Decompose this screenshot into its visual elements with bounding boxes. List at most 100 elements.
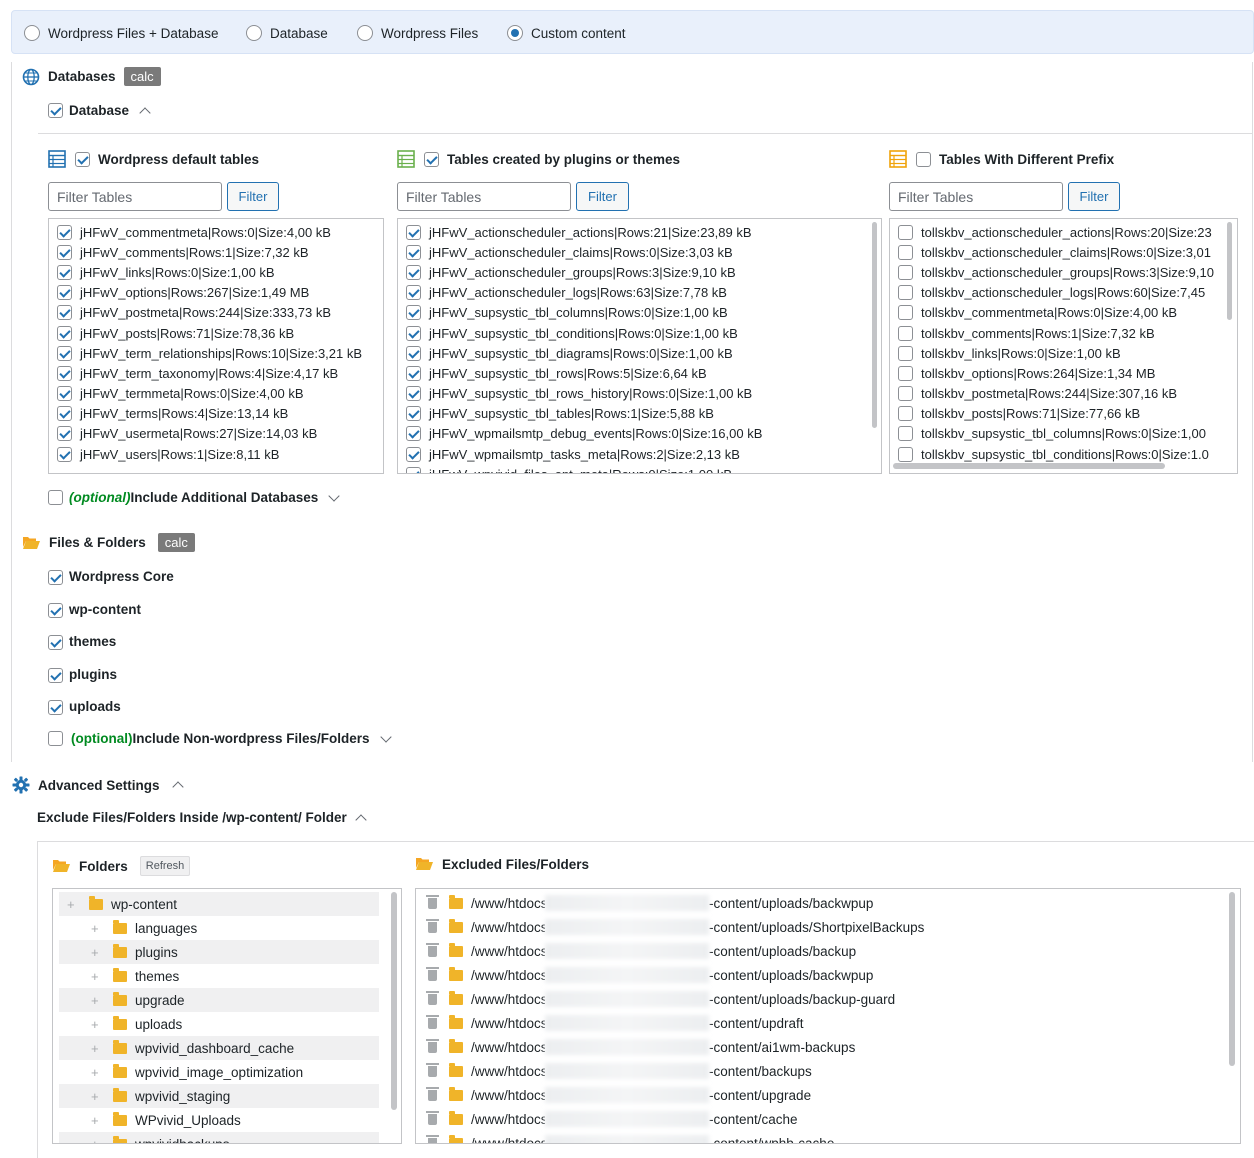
tree-node[interactable]: + uploads [59, 1012, 379, 1036]
table-checkbox[interactable] [898, 345, 913, 361]
include-non-wordpress-files[interactable]: (optional) Include Non-wordpress Files/Fo… [48, 730, 392, 746]
tree-node[interactable]: + upgrade [59, 988, 379, 1012]
table-row[interactable]: tollskbv_options|Rows:264|Size:1,34 MB [890, 363, 1237, 383]
table-row[interactable]: tollskbv_posts|Rows:71|Size:77,66 kB [890, 404, 1237, 424]
table-checkbox[interactable] [57, 386, 72, 402]
trash-icon[interactable] [426, 1038, 439, 1053]
trash-icon[interactable] [426, 1110, 439, 1125]
horizontal-scrollbar[interactable] [893, 463, 1165, 469]
radio-custom-content[interactable]: Custom content [507, 25, 626, 41]
table-checkbox[interactable] [406, 345, 421, 361]
table-row[interactable]: jHFwV_term_relationships|Rows:10|Size:3,… [49, 343, 383, 363]
table-checkbox[interactable] [57, 264, 72, 280]
table-row[interactable]: tollskbv_actionscheduler_actions|Rows:20… [890, 222, 1237, 242]
chevron-up-icon[interactable] [171, 781, 184, 793]
table-row[interactable]: tollskbv_actionscheduler_logs|Rows:60|Si… [890, 283, 1237, 303]
chevron-down-icon[interactable] [379, 730, 392, 743]
include-additional-databases[interactable]: (optional) Include Additional Databases [48, 489, 340, 505]
table-row[interactable]: jHFwV_usermeta|Rows:27|Size:14,03 kB [49, 424, 383, 444]
trash-icon[interactable] [426, 990, 439, 1005]
table-checkbox[interactable] [898, 446, 913, 462]
radio-database[interactable]: Database [246, 25, 328, 41]
table-row[interactable]: jHFwV_wpmailsmtp_debug_events|Rows:0|Siz… [398, 424, 881, 444]
trash-icon[interactable] [426, 942, 439, 957]
table-row[interactable]: tollskbv_supsystic_tbl_columns|Rows:0|Si… [890, 424, 1237, 444]
tree-node[interactable]: + WPvivid_Uploads [59, 1108, 379, 1132]
table-row[interactable]: jHFwV_postmeta|Rows:244|Size:333,73 kB [49, 303, 383, 323]
tree-node[interactable]: + wpvivid_dashboard_cache [59, 1036, 379, 1060]
table-checkbox[interactable] [406, 244, 421, 260]
table-row[interactable]: tollskbv_comments|Rows:1|Size:7,32 kB [890, 323, 1237, 343]
table-checkbox[interactable] [406, 446, 421, 462]
file-item-wordpress-core[interactable]: Wordpress Core [48, 569, 174, 602]
table-checkbox[interactable] [898, 426, 913, 442]
trash-icon[interactable] [426, 1062, 439, 1077]
table-checkbox[interactable] [406, 365, 421, 381]
radio-indicator[interactable] [24, 25, 40, 41]
table-checkbox[interactable] [406, 285, 421, 301]
tree-node[interactable]: + wpvividbackups [59, 1132, 379, 1144]
expand-icon[interactable]: + [67, 897, 89, 912]
expand-icon[interactable]: + [91, 1041, 113, 1056]
table-checkbox[interactable] [406, 386, 421, 402]
exclude-header[interactable]: Exclude Files/Folders Inside /wp-content… [37, 810, 367, 826]
checkbox[interactable] [48, 700, 63, 715]
checkbox[interactable] [48, 602, 63, 618]
table-row[interactable]: jHFwV_links|Rows:0|Size:1,00 kB [49, 262, 383, 282]
expand-icon[interactable]: + [91, 1017, 113, 1032]
filter-tables-input[interactable]: Filter Tables [889, 182, 1063, 211]
filter-button[interactable]: Filter [576, 182, 629, 211]
additional-databases-checkbox[interactable] [48, 490, 63, 505]
chevron-up-icon[interactable] [355, 813, 367, 826]
checkbox[interactable] [48, 667, 63, 683]
expand-icon[interactable]: + [91, 993, 113, 1008]
tree-root[interactable]: + wp-content [59, 892, 379, 916]
chevron-up-icon[interactable] [139, 106, 151, 119]
table-row[interactable]: jHFwV_termmeta|Rows:0|Size:4,00 kB [49, 384, 383, 404]
table-row[interactable]: jHFwV_supsystic_tbl_rows|Rows:5|Size:6,6… [398, 363, 881, 383]
filter-tables-input[interactable]: Filter Tables [397, 182, 571, 211]
table-checkbox[interactable] [406, 325, 421, 341]
file-item-plugins[interactable]: plugins [48, 667, 174, 700]
expand-icon[interactable]: + [91, 1065, 113, 1080]
table-checkbox[interactable] [57, 244, 72, 260]
scrollbar[interactable] [1229, 892, 1235, 1066]
trash-icon[interactable] [426, 894, 439, 909]
table-row[interactable]: jHFwV_supsystic_tbl_conditions|Rows:0|Si… [398, 323, 881, 343]
trash-icon[interactable] [426, 1014, 439, 1029]
refresh-button[interactable]: Refresh [139, 856, 191, 876]
expand-icon[interactable]: + [91, 1089, 113, 1104]
filter-button[interactable]: Filter [227, 182, 279, 211]
trash-icon[interactable] [426, 918, 439, 933]
trash-icon[interactable] [426, 966, 439, 981]
non-wordpress-checkbox[interactable] [48, 731, 63, 746]
table-row[interactable]: jHFwV_options|Rows:267|Size:1,49 MB [49, 283, 383, 303]
table-checkbox[interactable] [898, 325, 913, 341]
radio-indicator[interactable] [246, 25, 262, 41]
table-checkbox[interactable] [57, 426, 72, 442]
expand-icon[interactable]: + [91, 1137, 113, 1144]
expand-icon[interactable]: + [91, 969, 113, 984]
filter-tables-input[interactable]: Filter Tables [48, 182, 222, 211]
table-checkbox[interactable] [57, 446, 72, 462]
group-prefix-tables-checkbox[interactable] [916, 151, 931, 167]
chevron-down-icon[interactable] [328, 489, 340, 502]
expand-icon[interactable]: + [91, 921, 113, 936]
table-row[interactable]: tollskbv_commentmeta|Rows:0|Size:4,00 kB [890, 303, 1237, 323]
tree-node[interactable]: + wpvivid_staging [59, 1084, 379, 1108]
table-checkbox[interactable] [57, 345, 72, 361]
tree-node[interactable]: + languages [59, 916, 379, 940]
table-checkbox[interactable] [898, 406, 913, 422]
table-row[interactable]: tollskbv_postmeta|Rows:244|Size:307,16 k… [890, 384, 1237, 404]
tree-node[interactable]: + wpvivid_image_optimization [59, 1060, 379, 1084]
table-checkbox[interactable] [57, 285, 72, 301]
database-checkbox[interactable] [48, 103, 63, 118]
trash-icon[interactable] [426, 1086, 439, 1101]
table-checkbox[interactable] [898, 285, 913, 301]
table-checkbox[interactable] [898, 365, 913, 381]
databases-calc-button[interactable]: calc [123, 67, 161, 86]
table-row[interactable]: jHFwV_supsystic_tbl_diagrams|Rows:0|Size… [398, 343, 881, 363]
table-checkbox[interactable] [898, 386, 913, 402]
trash-icon[interactable] [426, 1134, 439, 1143]
radio-indicator[interactable] [507, 25, 523, 41]
